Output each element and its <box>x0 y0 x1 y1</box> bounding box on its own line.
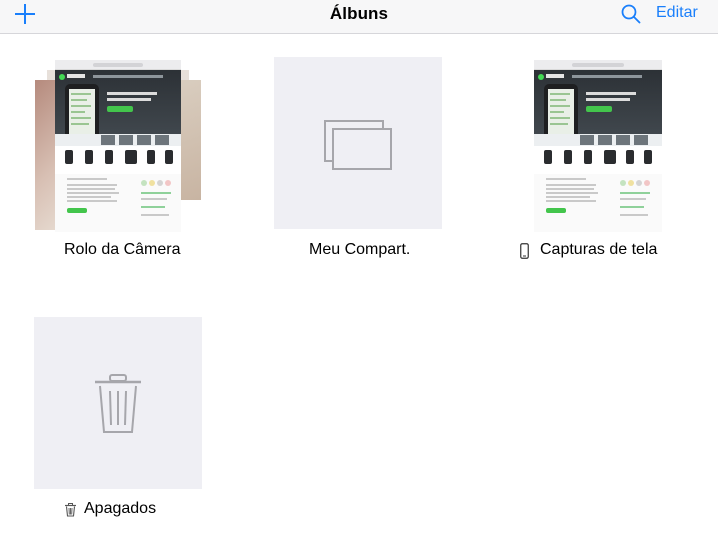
album-title: Meu Compart. <box>309 241 411 258</box>
album-thumbnail <box>274 57 442 229</box>
phone-icon <box>520 243 529 259</box>
album-thumbnail <box>534 60 662 232</box>
album-thumbnail <box>35 60 201 232</box>
album-title: Apagados <box>84 500 157 517</box>
album-camera-roll[interactable]: Rolo da Câmera <box>0 0 240 280</box>
photo-thumbnail <box>181 80 201 200</box>
shared-stack-icon <box>324 120 392 170</box>
trash-icon <box>64 503 77 517</box>
trash-icon <box>95 374 141 433</box>
album-recently-deleted[interactable]: Apagados <box>0 300 240 540</box>
album-thumbnail <box>34 317 202 489</box>
screenshot-thumbnail <box>55 60 181 232</box>
screenshot-thumbnail <box>534 60 662 232</box>
album-title: Capturas de tela <box>540 241 658 258</box>
album-screenshots[interactable]: Capturas de tela <box>480 0 718 280</box>
album-shared[interactable]: Meu Compart. <box>240 0 480 280</box>
album-title: Rolo da Câmera <box>64 241 181 258</box>
